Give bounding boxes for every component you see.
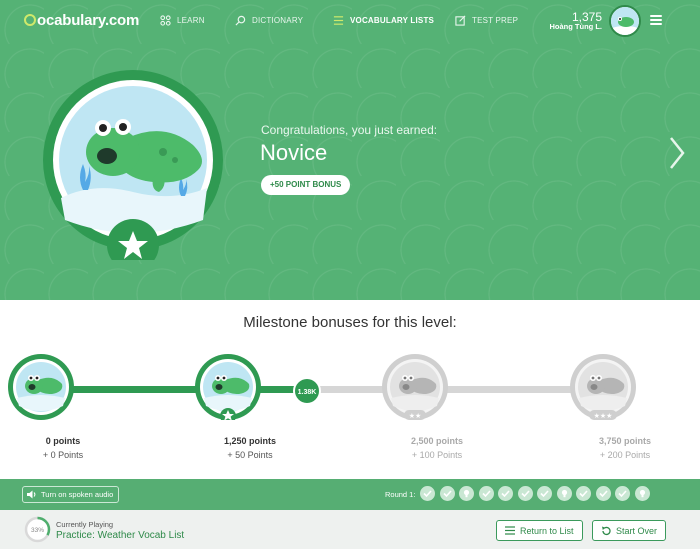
hint-bulb-icon <box>634 486 650 501</box>
milestone-bonus: + 0 Points <box>42 450 84 460</box>
progress-percent: 33% <box>31 527 44 534</box>
answered-check-icon <box>517 486 533 501</box>
answered-check-icon <box>595 486 611 501</box>
round-question-dots <box>420 486 650 501</box>
milestone-bonus: + 50 Points <box>227 450 273 460</box>
milestone-3: ★★ 2,500 points + 100 Points <box>382 354 492 460</box>
nav-dictionary[interactable]: DICTIONARY <box>235 15 303 26</box>
milestone-points: 3,750 points <box>598 436 652 446</box>
point-bonus-badge: +50 POINT BONUS <box>261 175 351 195</box>
speaker-icon <box>27 490 36 499</box>
svg-text:★★: ★★ <box>409 412 422 420</box>
milestone-badge-icon <box>195 354 261 424</box>
milestone-bonus: + 100 Points <box>411 450 463 460</box>
top-navigation: ocabulary.com LEARN DICTIONARY VOCABULAR… <box>0 0 700 42</box>
milestones-title: Milestone bonuses for this level: <box>243 314 457 331</box>
nav-learn[interactable]: LEARN <box>160 15 205 26</box>
site-logo[interactable]: ocabulary.com <box>24 12 139 29</box>
milestone-points: 1,250 points <box>223 436 277 446</box>
answered-check-icon <box>498 486 513 501</box>
level-name: Novice <box>260 140 328 165</box>
hero-banner: ocabulary.com LEARN DICTIONARY VOCABULAR… <box>0 0 700 300</box>
locked-milestone-badge-icon: ★★ <box>382 354 448 420</box>
spoken-audio-toggle[interactable]: Turn on spoken audio <box>22 486 120 503</box>
milestone-4: ★★★ 3,750 points + 200 Points <box>570 354 680 460</box>
milestone-badge-icon <box>8 354 74 420</box>
search-icon <box>235 15 246 26</box>
return-to-list-button[interactable]: Return to List <box>496 520 583 541</box>
chevron-right-icon[interactable] <box>668 136 686 170</box>
answered-check-icon <box>420 486 435 501</box>
round-label: Round 1: <box>385 490 416 499</box>
earned-text: Congratulations, you just earned: <box>261 123 438 137</box>
currently-playing-label: Currently Playing <box>56 520 114 529</box>
avatar[interactable] <box>609 5 641 37</box>
list-icon <box>333 16 344 25</box>
answered-check-icon <box>439 486 455 501</box>
novice-badge <box>43 70 223 260</box>
answered-check-icon <box>537 486 552 501</box>
learn-icon <box>160 15 171 26</box>
user-name[interactable]: Hoàng Tùng L. <box>545 22 603 31</box>
answered-check-icon <box>615 486 630 501</box>
hint-bulb-icon <box>459 486 474 501</box>
nav-test-prep[interactable]: TEST PREP <box>455 15 518 26</box>
round-progress-bar: Turn on spoken audio Round 1: <box>0 479 700 510</box>
current-activity-title[interactable]: Practice: Weather Vocab List <box>56 530 184 541</box>
milestone-1: 0 points + 0 Points <box>8 354 118 460</box>
answered-check-icon <box>478 486 494 501</box>
restart-icon <box>602 526 611 535</box>
footer-bar: 33% Currently Playing Practice: Weather … <box>0 510 700 549</box>
milestone-2: 1,250 points + 50 Points <box>195 354 305 460</box>
start-over-button[interactable]: Start Over <box>592 520 667 541</box>
svg-text:★★★: ★★★ <box>594 412 613 420</box>
edit-icon <box>455 15 466 26</box>
frog-avatar-icon <box>611 7 639 35</box>
answered-check-icon <box>576 486 591 501</box>
milestone-points: 0 points <box>45 436 81 446</box>
list-icon <box>505 526 515 535</box>
hint-bulb-icon <box>556 486 572 501</box>
milestone-points: 2,500 points <box>410 436 464 446</box>
milestone-bonus: + 200 Points <box>599 450 651 460</box>
nav-vocabulary-lists[interactable]: VOCABULARY LISTS <box>333 15 434 26</box>
current-points-marker: 1.38K <box>293 377 321 405</box>
locked-milestone-badge-icon: ★★★ <box>570 354 636 420</box>
logo-mark-icon <box>24 14 36 26</box>
hamburger-menu-icon[interactable] <box>650 15 662 25</box>
milestones-section: Milestone bonuses for this level: 0 poin… <box>0 300 700 479</box>
progress-ring: 33% <box>24 516 51 543</box>
